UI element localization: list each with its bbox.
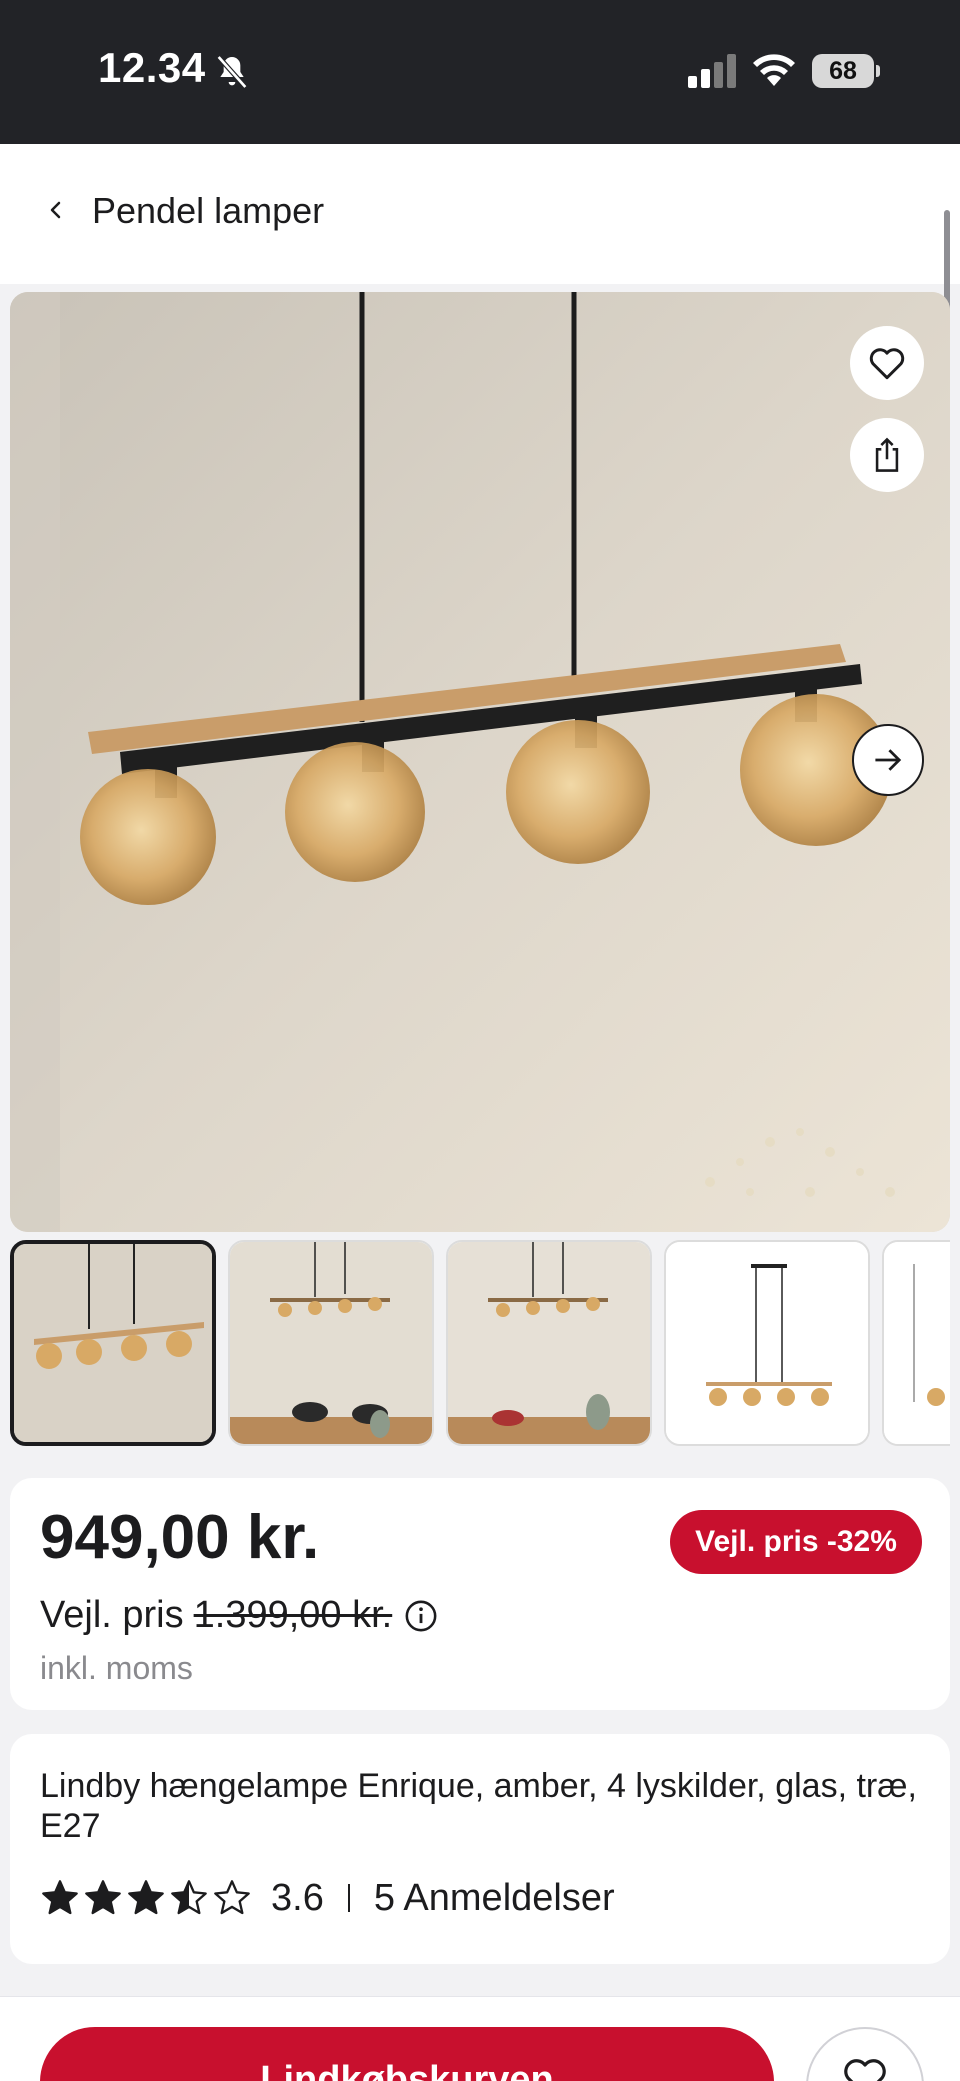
wifi-icon bbox=[753, 54, 795, 86]
product-info-card: Lindby hængelampe Enrique, amber, 4 lysk… bbox=[10, 1734, 950, 1964]
star-full-icon bbox=[42, 1880, 78, 1915]
reviews-link[interactable]: 5 Anmeldelser bbox=[374, 1877, 615, 1920]
wishlist-button[interactable] bbox=[806, 2027, 924, 2081]
rating-stars bbox=[40, 1878, 255, 1918]
page-title: Pendel lamper bbox=[92, 190, 325, 231]
status-time: 12.34 bbox=[98, 44, 206, 91]
star-empty-icon bbox=[214, 1880, 250, 1915]
page-header: Pendel lamper bbox=[0, 144, 960, 284]
current-price: 949,00 kr. bbox=[40, 1503, 320, 1572]
thumbnail-4[interactable] bbox=[664, 1240, 870, 1446]
share-icon bbox=[875, 437, 899, 472]
rrp-label: Vejl. pris bbox=[40, 1594, 184, 1636]
pendant-lamp-photo bbox=[10, 292, 950, 1232]
add-to-cart-button[interactable]: Lindkøbskurven bbox=[40, 2027, 774, 2081]
chevron-left-icon bbox=[50, 201, 61, 219]
cellular-signal-icon bbox=[688, 54, 736, 88]
heart-icon bbox=[844, 2059, 886, 2081]
status-bar: 12.34 68 bbox=[0, 0, 960, 144]
discount-badge: Vejl. pris -32% bbox=[670, 1510, 922, 1574]
battery-icon: 68 bbox=[812, 54, 880, 88]
thumbnail-1[interactable] bbox=[10, 1240, 216, 1446]
info-icon[interactable] bbox=[404, 1599, 438, 1633]
thumbnail-3[interactable] bbox=[446, 1240, 652, 1446]
star-half-icon bbox=[171, 1880, 207, 1915]
product-title: Lindby hængelampe Enrique, amber, 4 lysk… bbox=[40, 1767, 917, 1845]
rating-value: 3.6 bbox=[271, 1876, 324, 1919]
thumbnail-2[interactable] bbox=[228, 1240, 434, 1446]
rating-divider bbox=[347, 1884, 350, 1912]
rating-row[interactable]: 3.6 5 Anmeldelser bbox=[40, 1874, 615, 1922]
bottom-action-bar: Lindkøbskurven bbox=[0, 1996, 960, 2081]
thumbnail-strip[interactable] bbox=[10, 1240, 950, 1450]
heart-icon bbox=[869, 348, 905, 380]
next-image-button[interactable] bbox=[852, 724, 924, 796]
star-full-icon bbox=[85, 1880, 121, 1915]
product-image[interactable] bbox=[10, 292, 950, 1232]
favorite-button[interactable] bbox=[850, 326, 924, 400]
vat-note: inkl. moms bbox=[40, 1650, 193, 1686]
star-full-icon bbox=[128, 1880, 164, 1915]
rrp-value: 1.399,00 kr. bbox=[193, 1594, 393, 1636]
recommended-price: Vejl. pris 1.399,00 kr. bbox=[40, 1594, 438, 1637]
arrow-right-icon bbox=[875, 749, 902, 771]
back-button[interactable] bbox=[38, 190, 74, 230]
battery-level: 68 bbox=[812, 54, 874, 88]
share-button[interactable] bbox=[850, 418, 924, 492]
price-card: 949,00 kr. Vejl. pris -32% Vejl. pris 1.… bbox=[10, 1478, 950, 1710]
bell-slash-icon bbox=[216, 55, 248, 89]
thumbnail-5[interactable] bbox=[882, 1240, 950, 1446]
